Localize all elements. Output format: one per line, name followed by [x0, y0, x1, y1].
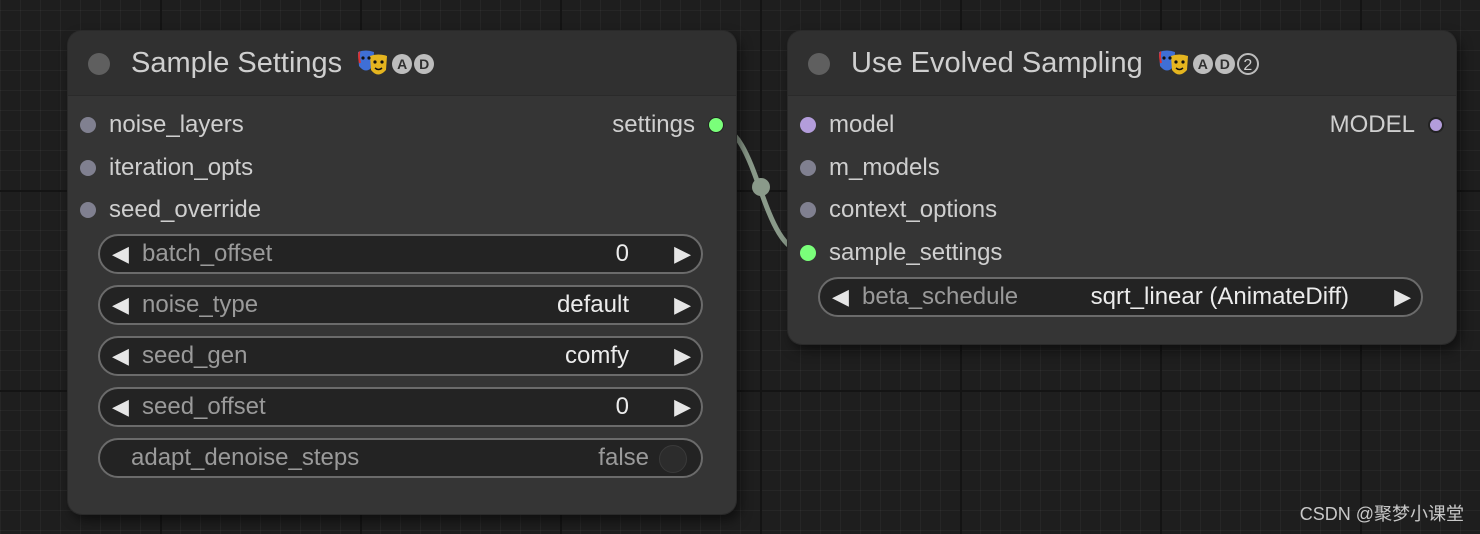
- input-slot-seed-override[interactable]: seed_override: [80, 195, 261, 225]
- sample-settings-node[interactable]: Sample Settings A D noise_layers iterati…: [68, 31, 736, 514]
- node-title: Use Evolved Sampling A D 2: [851, 45, 1259, 81]
- input-slot-iteration-opts[interactable]: iteration_opts: [80, 153, 253, 183]
- slot-dot[interactable]: [800, 245, 816, 261]
- input-slot-noise-layers[interactable]: noise_layers: [80, 110, 244, 140]
- slot-dot[interactable]: [80, 117, 96, 133]
- increment-arrow[interactable]: ▶: [1394, 279, 1411, 315]
- link-midpoint[interactable]: [752, 178, 770, 196]
- node-header[interactable]: Sample Settings A D: [68, 31, 736, 96]
- increment-arrow[interactable]: ▶: [674, 338, 691, 374]
- slot-dot[interactable]: [80, 202, 96, 218]
- slot-dot[interactable]: [800, 160, 816, 176]
- widget-seed-gen[interactable]: ◀ seed_gen comfy ▶: [98, 336, 703, 376]
- badge-d: D: [414, 54, 435, 75]
- widget-beta-schedule[interactable]: ◀ beta_schedule sqrt_linear (AnimateDiff…: [818, 277, 1423, 317]
- widget-batch-offset[interactable]: ◀ batch_offset 0 ▶: [98, 234, 703, 274]
- toggle-knob[interactable]: [659, 445, 687, 473]
- collapse-toggle[interactable]: [88, 53, 110, 75]
- output-slot-settings[interactable]: settings: [612, 110, 724, 140]
- badge-a: A: [1192, 54, 1213, 75]
- theater-masks-icon: [1158, 50, 1188, 75]
- decrement-arrow[interactable]: ◀: [832, 279, 849, 315]
- toggle-adapt-denoise-steps[interactable]: adapt_denoise_steps false: [98, 438, 703, 478]
- slot-dot[interactable]: [1428, 117, 1444, 133]
- increment-arrow[interactable]: ▶: [674, 389, 691, 425]
- node-title: Sample Settings A D: [131, 45, 435, 81]
- widget-seed-offset[interactable]: ◀ seed_offset 0 ▶: [98, 387, 703, 427]
- increment-arrow[interactable]: ▶: [674, 236, 691, 272]
- badge-number: 2: [1236, 53, 1259, 76]
- slot-dot[interactable]: [708, 117, 724, 133]
- collapse-toggle[interactable]: [808, 53, 830, 75]
- theater-masks-icon: [358, 50, 388, 75]
- slot-dot[interactable]: [800, 202, 816, 218]
- input-slot-sample-settings[interactable]: sample_settings: [800, 238, 1002, 268]
- output-slot-model[interactable]: MODEL: [1330, 110, 1444, 140]
- input-slot-context-options[interactable]: context_options: [800, 195, 997, 225]
- increment-arrow[interactable]: ▶: [674, 287, 691, 323]
- decrement-arrow[interactable]: ◀: [112, 338, 129, 374]
- input-slot-model[interactable]: model: [800, 110, 894, 140]
- widget-noise-type[interactable]: ◀ noise_type default ▶: [98, 285, 703, 325]
- slot-dot[interactable]: [80, 160, 96, 176]
- watermark: CSDN @聚梦小课堂: [1299, 504, 1464, 524]
- slot-dot[interactable]: [800, 117, 816, 133]
- decrement-arrow[interactable]: ◀: [112, 389, 129, 425]
- decrement-arrow[interactable]: ◀: [112, 236, 129, 272]
- node-header[interactable]: Use Evolved Sampling A D 2: [788, 31, 1456, 96]
- decrement-arrow[interactable]: ◀: [112, 287, 129, 323]
- badge-d: D: [1214, 54, 1235, 75]
- input-slot-m-models[interactable]: m_models: [800, 153, 940, 183]
- use-evolved-sampling-node[interactable]: Use Evolved Sampling A D 2 model m_model…: [788, 31, 1456, 344]
- badge-a: A: [392, 54, 413, 75]
